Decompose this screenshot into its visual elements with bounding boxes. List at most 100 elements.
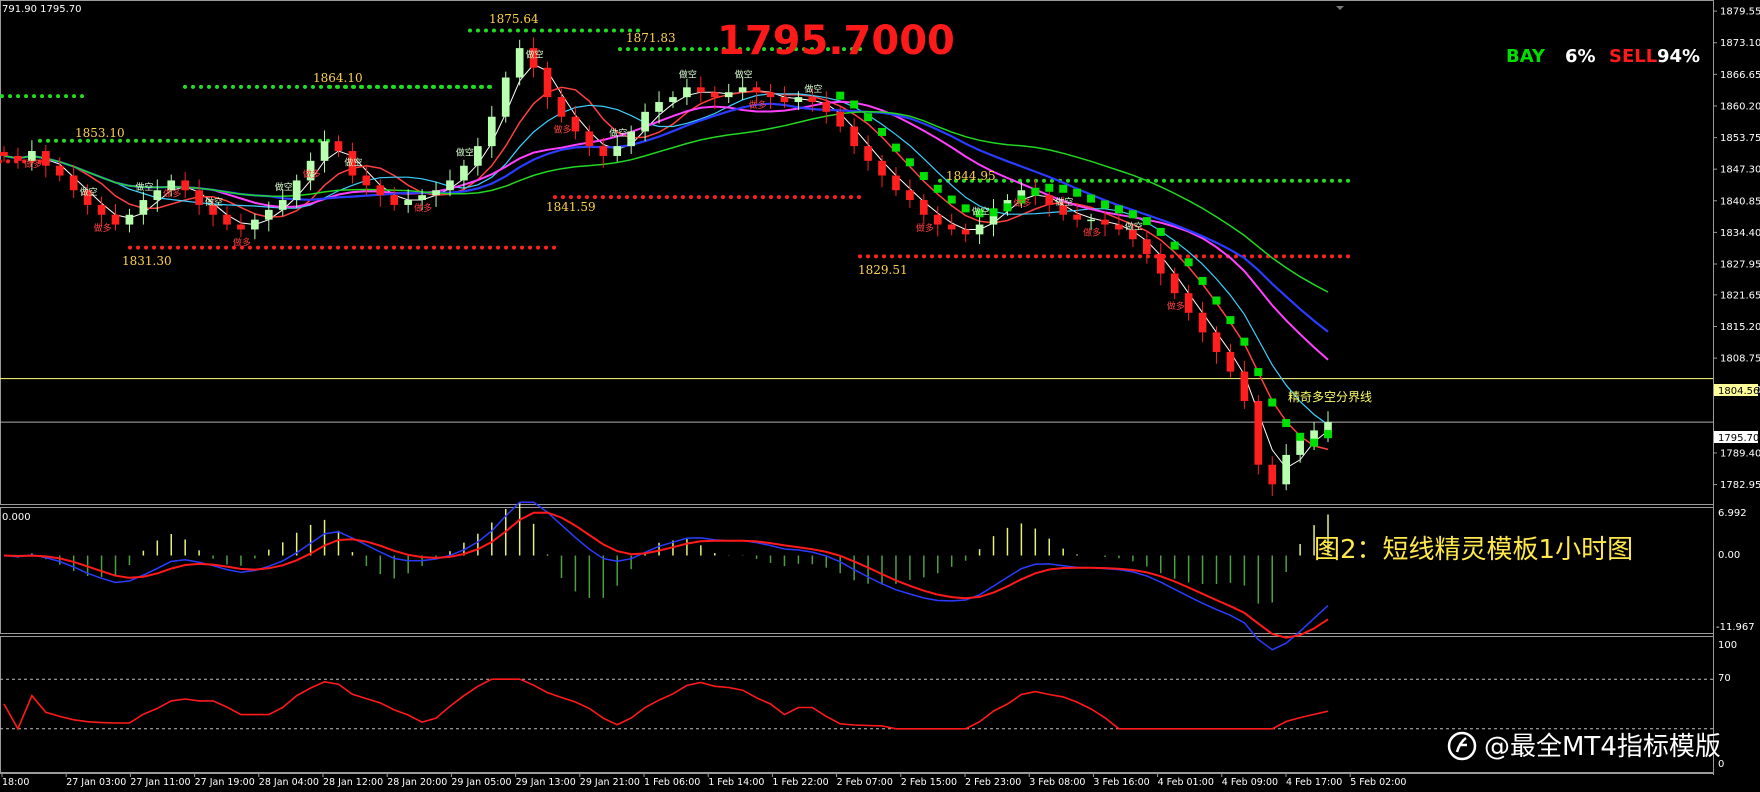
support-dot — [1106, 254, 1110, 259]
ladder-block — [1114, 205, 1123, 214]
sell-signal: 做空 — [804, 83, 822, 95]
candle-body — [641, 111, 649, 132]
price-tick-label: 1834.40 — [1720, 228, 1760, 239]
ladder-block — [836, 91, 845, 100]
ladder-block — [850, 100, 859, 109]
support-dot — [930, 254, 934, 259]
support-dot — [528, 245, 532, 250]
support-dot — [320, 245, 324, 250]
candle-body — [683, 87, 691, 98]
ladder-block — [933, 184, 942, 193]
support-dot — [432, 245, 436, 250]
resistance-dot — [1154, 178, 1158, 183]
price-label-1875: 1875.64 — [489, 12, 539, 26]
support-dot — [1026, 254, 1030, 259]
resistance-dot — [0, 94, 4, 99]
resistance-dot — [392, 84, 396, 89]
support-dot — [216, 245, 220, 250]
candle-body — [69, 175, 78, 191]
price-tick-label: 1789.40 — [1720, 448, 1760, 459]
resistance-dot — [254, 138, 258, 143]
price-label-1831: 1831.30 — [122, 254, 172, 268]
moving-averages — [3, 63, 1329, 469]
candle — [627, 125, 635, 154]
price-tick-label: 1873.10 — [1720, 38, 1760, 49]
big-price: 1795.7000 — [717, 18, 955, 64]
candle — [850, 118, 858, 154]
resistance-dot — [524, 28, 528, 33]
candle-body — [585, 131, 594, 147]
support-dot — [994, 254, 998, 259]
buy-signal: 做多 — [233, 236, 251, 248]
oscillator-panel — [0, 678, 1713, 731]
support-dot — [1010, 254, 1014, 259]
resistance-dot — [336, 84, 340, 89]
candle-body — [418, 195, 426, 201]
candle — [1142, 230, 1151, 264]
ladder-block — [1059, 184, 1068, 193]
resistance-dot — [1274, 178, 1278, 183]
candle — [139, 191, 148, 225]
candle-body — [55, 165, 64, 176]
support-dot — [448, 245, 452, 250]
candle — [1212, 326, 1221, 364]
support-dot — [416, 245, 420, 250]
support-dot — [256, 245, 260, 250]
time-tick-label: 3 Feb 08:00 — [1029, 777, 1085, 788]
resistance-dot — [191, 84, 195, 89]
candle-body — [836, 111, 845, 127]
time-tick-label: 4 Feb 01:00 — [1158, 777, 1214, 788]
resistance-dot — [56, 94, 60, 99]
support-dot — [970, 254, 974, 259]
ladder-block — [878, 127, 887, 136]
ladder-block — [989, 208, 998, 217]
support-dot — [384, 245, 388, 250]
candle-body — [850, 126, 858, 147]
support-dot — [1202, 254, 1206, 259]
resistance-dot — [938, 178, 942, 183]
candle-body — [822, 102, 831, 112]
ladder-block — [1226, 316, 1235, 325]
resistance-dot — [500, 28, 504, 33]
support-dot — [1058, 254, 1062, 259]
support-dot — [480, 245, 484, 250]
support-dot — [440, 245, 444, 250]
resistance-dot — [64, 94, 68, 99]
resistance-dot — [564, 28, 568, 33]
support-dot — [1306, 254, 1310, 259]
candle-body — [864, 146, 872, 161]
resistance-dot — [634, 47, 638, 52]
price-tick-label: 1840.85 — [1720, 196, 1760, 207]
support-dot — [1122, 254, 1126, 259]
resistance-dot — [682, 47, 686, 52]
resistance-dot — [448, 84, 452, 89]
support-dot — [833, 195, 837, 200]
candle-body — [292, 180, 301, 201]
resistance-dot — [690, 47, 694, 52]
support-dot — [986, 254, 990, 259]
osc-tick-70: 70 — [1718, 673, 1731, 684]
support-dot — [922, 254, 926, 259]
resistance-dot — [352, 84, 356, 89]
support-dot — [160, 245, 164, 250]
ladder-block — [1240, 337, 1249, 346]
support-dot — [1330, 254, 1334, 259]
resistance-dot — [1282, 178, 1286, 183]
resistance-dot — [126, 138, 130, 143]
resistance-dot — [548, 28, 552, 33]
candle — [237, 213, 245, 238]
resistance-dot — [532, 28, 536, 33]
support-dot — [352, 245, 356, 250]
candle — [585, 125, 594, 156]
candle-body — [613, 146, 622, 156]
candle — [1240, 360, 1249, 409]
resistance-dot — [618, 47, 622, 52]
sell-signal: 做空 — [1125, 220, 1143, 232]
resistance-dot — [1346, 178, 1350, 183]
resistance-dot — [1194, 178, 1198, 183]
resistance-dot — [1106, 178, 1110, 183]
sell-value: 94% — [1657, 46, 1700, 67]
candle — [543, 61, 552, 109]
support-dot — [1034, 254, 1038, 259]
support-dot — [6, 159, 10, 164]
